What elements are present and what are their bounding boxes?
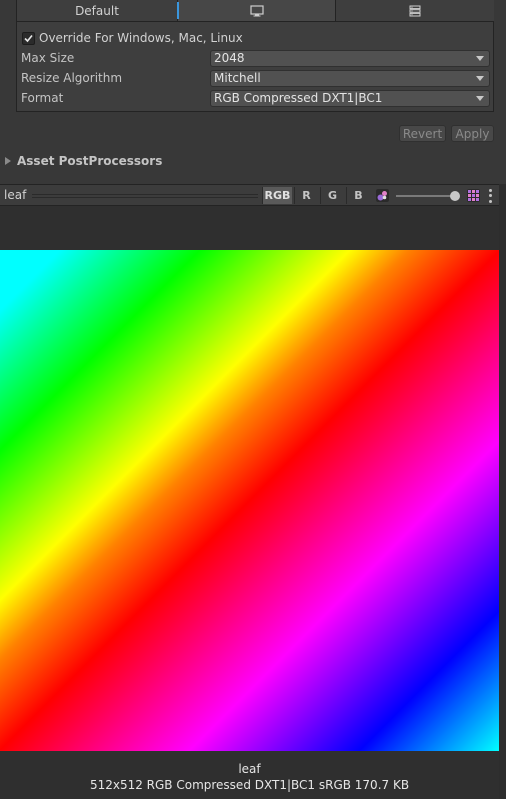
channel-rgb-button[interactable]: RGB bbox=[262, 187, 292, 204]
tab-default[interactable]: Default bbox=[17, 0, 178, 21]
more-options-icon[interactable] bbox=[487, 188, 493, 204]
preview-footer-info: 512x512 RGB Compressed DXT1|BC1 sRGB 170… bbox=[89, 778, 410, 792]
chevron-down-icon bbox=[476, 55, 484, 61]
format-label: Format bbox=[21, 91, 64, 105]
active-tab-indicator bbox=[177, 2, 179, 19]
mipmap-large-icon bbox=[467, 189, 480, 202]
preview-toolbar: leaf RGB R G B bbox=[0, 184, 499, 206]
channel-r-button[interactable]: R bbox=[294, 187, 318, 204]
apply-button[interactable]: Apply bbox=[451, 125, 494, 142]
mip-slider-thumb[interactable] bbox=[450, 191, 460, 201]
monitor-icon bbox=[249, 4, 264, 16]
revert-button[interactable]: Revert bbox=[399, 125, 446, 142]
setting-row-format: Format RGB Compressed DXT1|BC1 bbox=[17, 88, 495, 108]
texture-preview-image bbox=[0, 250, 499, 751]
platform-settings-panel: Override For Windows, Mac, Linux Max Siz… bbox=[16, 22, 494, 112]
foldout-arrow-icon[interactable] bbox=[5, 157, 11, 165]
preview-drag-handle[interactable] bbox=[32, 194, 258, 198]
channel-b-button[interactable]: B bbox=[346, 187, 370, 204]
chevron-down-icon bbox=[476, 75, 484, 81]
scrollbar[interactable] bbox=[499, 184, 506, 799]
resize-algorithm-dropdown[interactable]: Mitchell bbox=[210, 69, 490, 87]
tab-server[interactable] bbox=[336, 0, 494, 21]
server-icon bbox=[409, 5, 421, 16]
channel-g-button[interactable]: G bbox=[320, 187, 344, 204]
channel-b-label: B bbox=[354, 189, 363, 202]
setting-row-max-size: Max Size 2048 bbox=[17, 48, 495, 68]
resize-algorithm-value: Mitchell bbox=[214, 70, 261, 85]
preview-asset-name: leaf bbox=[4, 188, 27, 202]
revert-label: Revert bbox=[402, 126, 443, 141]
channel-g-label: G bbox=[327, 189, 338, 202]
override-row: Override For Windows, Mac, Linux bbox=[17, 28, 495, 48]
tab-standalone[interactable] bbox=[178, 0, 336, 21]
format-value: RGB Compressed DXT1|BC1 bbox=[214, 90, 383, 105]
max-size-label: Max Size bbox=[21, 51, 75, 65]
tab-default-label: Default bbox=[75, 3, 119, 18]
mipmap-small-icon bbox=[376, 189, 389, 202]
chevron-down-icon bbox=[476, 95, 484, 101]
asset-postprocessors-foldout[interactable]: Asset PostProcessors bbox=[17, 154, 162, 168]
max-size-dropdown[interactable]: 2048 bbox=[210, 49, 490, 67]
max-size-value: 2048 bbox=[214, 50, 245, 65]
platform-tabs: Default bbox=[16, 0, 494, 22]
channel-r-label: R bbox=[302, 189, 311, 202]
mip-slider-track[interactable] bbox=[396, 195, 458, 197]
preview-footer-name: leaf bbox=[238, 762, 261, 776]
apply-label: Apply bbox=[455, 126, 490, 141]
override-label: Override For Windows, Mac, Linux bbox=[39, 31, 243, 45]
setting-row-resize-algorithm: Resize Algorithm Mitchell bbox=[17, 68, 495, 88]
channel-rgb-label: RGB bbox=[264, 189, 291, 202]
override-checkbox[interactable] bbox=[22, 32, 35, 45]
format-dropdown[interactable]: RGB Compressed DXT1|BC1 bbox=[210, 89, 490, 107]
resize-algorithm-label: Resize Algorithm bbox=[21, 71, 123, 85]
checkmark-icon bbox=[24, 34, 33, 43]
